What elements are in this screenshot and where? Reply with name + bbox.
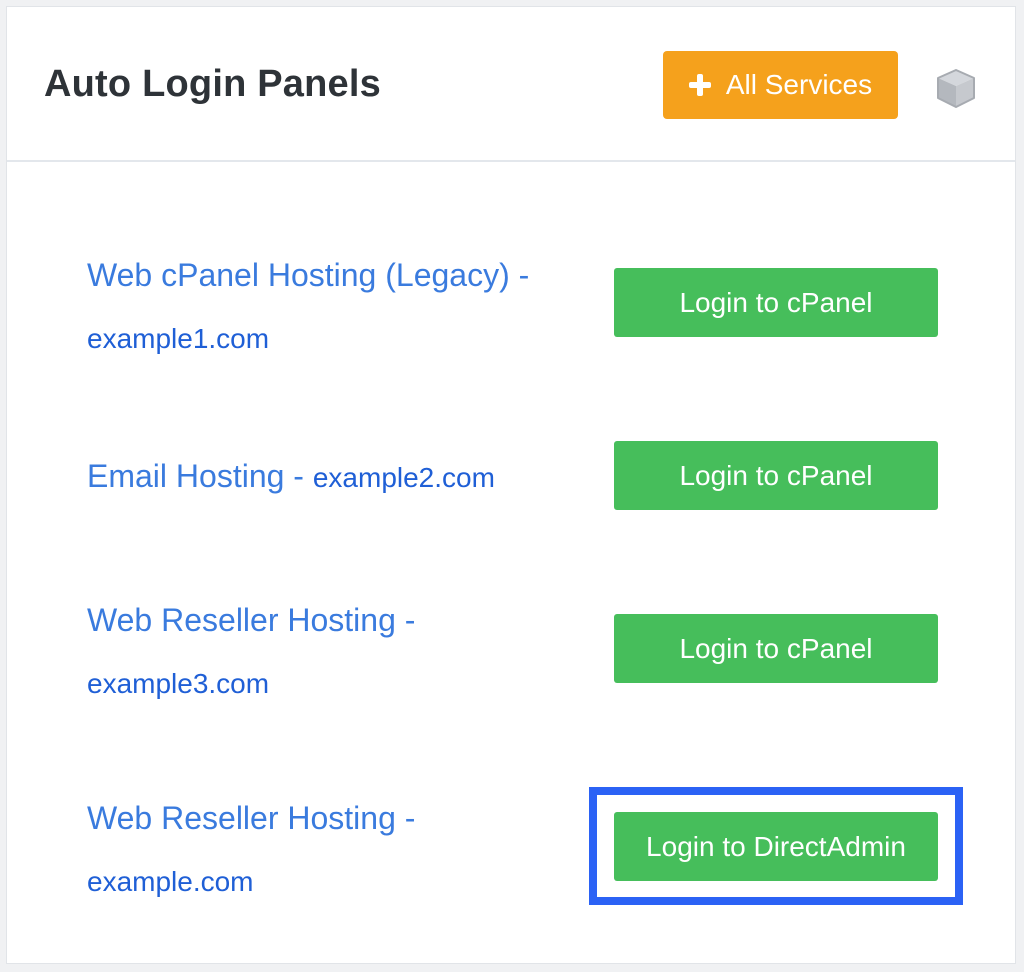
service-name: Email Hosting - — [87, 458, 313, 494]
all-services-label: All Services — [725, 69, 873, 100]
service-domain: example1.com — [87, 323, 270, 354]
login-to-cpanel-button[interactable]: Login to cPanel — [614, 614, 938, 683]
service-domain: example.com — [87, 866, 254, 897]
auto-login-panel: Auto Login Panels All Services Web cPane… — [6, 6, 1016, 964]
all-services-button[interactable]: All Services — [663, 51, 898, 119]
panel-title: Auto Login Panels — [44, 63, 381, 105]
service-link[interactable]: Web cPanel Hosting (Legacy) - example1.c… — [87, 244, 567, 370]
login-to-cpanel-button[interactable]: Login to cPanel — [614, 441, 938, 510]
service-link[interactable]: Email Hosting - example2.com — [87, 445, 567, 509]
service-link[interactable]: Web Reseller Hosting - example3.com — [87, 589, 567, 715]
service-domain: example2.com — [312, 462, 495, 493]
service-domain: example3.com — [87, 668, 270, 699]
cube-icon[interactable] — [933, 65, 979, 111]
panel-header: Auto Login Panels All Services — [7, 7, 1015, 162]
login-to-cpanel-button[interactable]: Login to cPanel — [614, 268, 938, 337]
service-name: Web Reseller Hosting - — [87, 602, 416, 638]
service-link[interactable]: Web Reseller Hosting - example.com — [87, 787, 567, 913]
login-to-directadmin-button[interactable]: Login to DirectAdmin — [614, 812, 938, 881]
plus-icon — [688, 74, 711, 96]
service-name: Web cPanel Hosting (Legacy) - — [87, 257, 530, 293]
service-name: Web Reseller Hosting - — [87, 800, 416, 836]
